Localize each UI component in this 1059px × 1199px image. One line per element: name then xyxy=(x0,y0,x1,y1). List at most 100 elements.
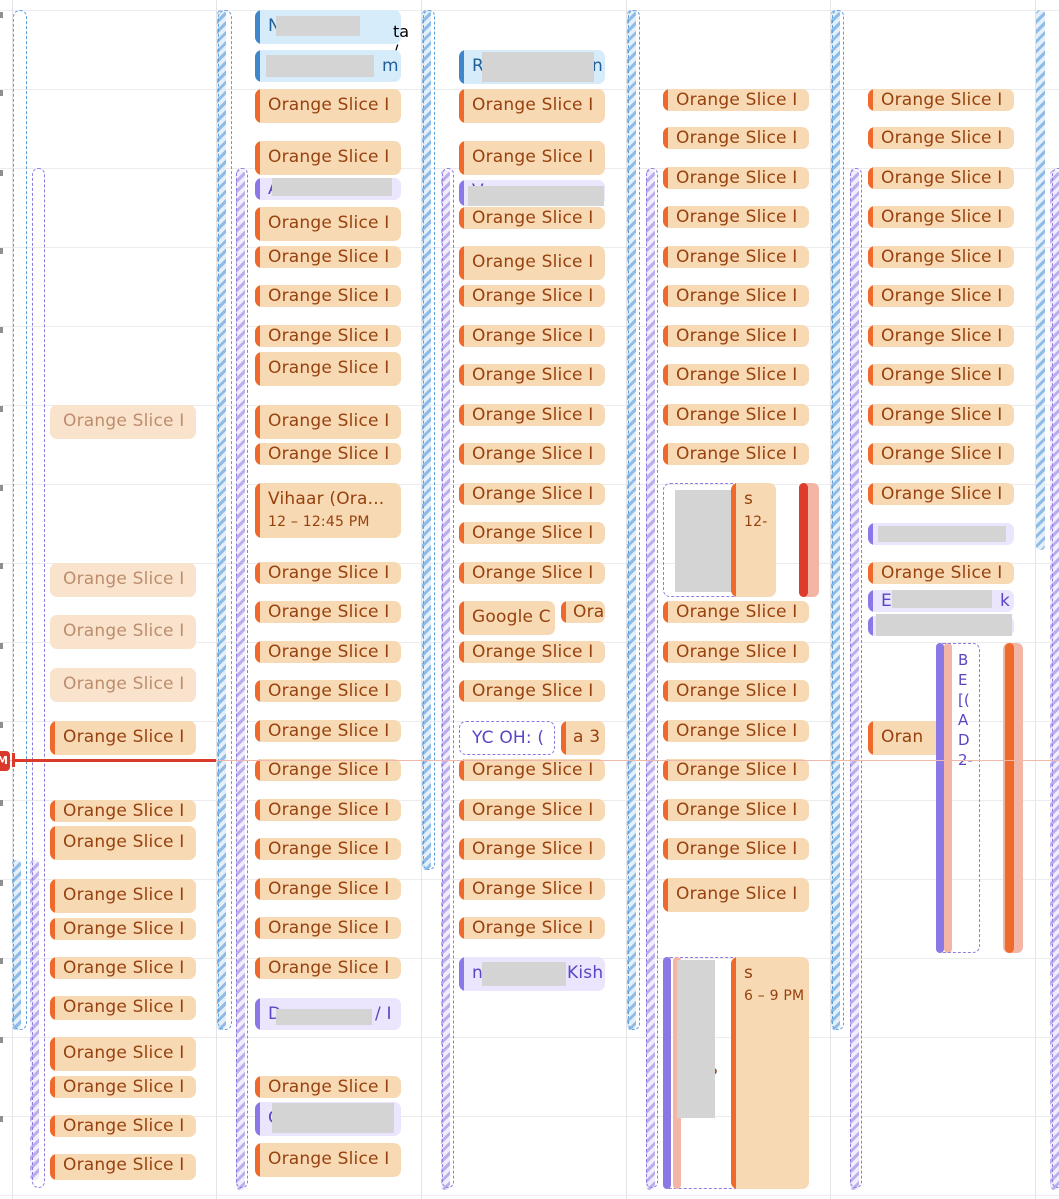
orange-slice-event[interactable]: Orange Slice I xyxy=(868,404,1014,426)
orange-slice-event[interactable]: Orange Slice I xyxy=(255,141,401,175)
orange-slice-event[interactable]: Orange Slice I xyxy=(50,563,196,597)
orange-slice-event[interactable]: Orange Slice I xyxy=(255,917,401,939)
orange-slice-event[interactable]: Orange Slice I xyxy=(459,246,605,280)
orange-slice-event[interactable]: Orange Slice I xyxy=(255,838,401,860)
orange-slice-event[interactable]: Orange Slice I xyxy=(868,364,1014,386)
event-yc-office-hours[interactable]: YC OH: ( xyxy=(459,721,555,755)
orange-slice-event[interactable]: Orange Slice I xyxy=(255,680,401,702)
orange-slice-event[interactable]: Orange Slice I xyxy=(255,562,401,584)
orange-slice-event[interactable]: Orange Slice I xyxy=(459,443,605,465)
orange-slice-event[interactable]: Orange Slice I xyxy=(868,562,1014,584)
orange-slice-event[interactable]: Orange Slice I xyxy=(459,878,605,900)
orange-slice-event[interactable]: Orange Slice I xyxy=(50,721,196,755)
orange-slice-event[interactable]: Orange Slice I xyxy=(50,668,196,702)
orange-slice-event[interactable]: Orange Slice I xyxy=(663,601,809,623)
orange-slice-event[interactable]: Orange Slice I xyxy=(50,1076,196,1098)
orange-slice-event[interactable]: Orange Slice I xyxy=(868,285,1014,307)
event-orange-short[interactable]: a 3 xyxy=(561,721,605,755)
orange-slice-event[interactable]: Orange Slice I xyxy=(50,1037,196,1071)
orange-slice-event[interactable]: Orange Slice I xyxy=(50,615,196,649)
event-orange-block[interactable]: s 12- xyxy=(731,483,776,597)
orange-slice-event[interactable]: Orange Slice I xyxy=(459,522,605,544)
event-evening[interactable]: s 6 – 9 PM xyxy=(731,957,809,1189)
orange-slice-event[interactable]: Orange Slice I xyxy=(459,207,605,229)
orange-slice-event[interactable]: Orange Slice I xyxy=(255,1143,401,1177)
orange-slice-event[interactable]: Orange Slice I xyxy=(255,89,401,123)
event-bar[interactable] xyxy=(1005,643,1014,953)
orange-slice-event[interactable]: Orange Slice I xyxy=(663,285,809,307)
orange-slice-event[interactable]: Orange Slice I xyxy=(663,246,809,268)
orange-slice-event[interactable]: Orange Slice I xyxy=(663,206,809,228)
hour-tick xyxy=(0,1116,3,1122)
orange-slice-event[interactable]: Orange Slice I xyxy=(663,680,809,702)
orange-slice-event[interactable]: Orange Slice I xyxy=(255,759,401,781)
orange-slice-event[interactable]: Orange Slice I xyxy=(255,405,401,439)
event-vihaar[interactable]: Vihaar (Ora... 12 – 12:45 PM xyxy=(255,483,401,538)
orange-slice-event[interactable]: Orange Slice I xyxy=(255,352,401,386)
orange-slice-event[interactable]: Orange Slice I xyxy=(459,641,605,663)
orange-slice-event[interactable]: Orange Slice I xyxy=(459,838,605,860)
orange-slice-event[interactable]: Orange Slice I xyxy=(255,878,401,900)
event-bar[interactable] xyxy=(799,483,808,597)
orange-slice-event[interactable]: Orange Slice I xyxy=(255,799,401,821)
orange-slice-event[interactable]: Orange Slice I xyxy=(255,285,401,307)
orange-slice-event[interactable]: Orange Slice I xyxy=(50,957,196,979)
orange-slice-event[interactable]: Orange Slice I xyxy=(50,1154,196,1180)
event-title: Orange Slice I xyxy=(63,801,185,821)
orange-slice-event[interactable]: Orange Slice I xyxy=(663,878,809,912)
orange-slice-event[interactable]: Orange Slice I xyxy=(50,879,196,913)
orange-slice-event[interactable]: Orange Slice I xyxy=(459,680,605,702)
orange-slice-event[interactable]: Orange Slice I xyxy=(663,759,809,781)
orange-slice-event[interactable]: Orange Slice I xyxy=(50,1115,196,1137)
orange-slice-event[interactable]: Orange Slice I xyxy=(459,799,605,821)
orange-slice-event[interactable]: Orange Slice I xyxy=(663,720,809,742)
orange-slice-event[interactable]: Orange Slice I xyxy=(50,800,196,822)
orange-slice-event[interactable]: Orange Slice I xyxy=(868,127,1014,149)
orange-slice-event[interactable]: Orange Slice I xyxy=(459,404,605,426)
orange-slice-event[interactable]: Orange Slice I xyxy=(459,285,605,307)
orange-slice-event[interactable]: Orange Slice I xyxy=(459,141,605,175)
orange-slice-event[interactable]: Orange Slice I xyxy=(255,207,401,241)
event-orange-short[interactable]: Ora xyxy=(561,601,605,623)
orange-slice-event[interactable]: Orange Slice I xyxy=(663,404,809,426)
orange-slice-event[interactable]: Orange Slice I xyxy=(663,325,809,347)
orange-slice-event[interactable]: Orange Slice I xyxy=(459,89,605,123)
hour-tick xyxy=(0,880,3,886)
orange-slice-event[interactable]: Orange Slice I xyxy=(663,167,809,189)
orange-slice-event[interactable]: Orange Slice I xyxy=(663,127,809,149)
orange-slice-event[interactable]: Orange Slice I xyxy=(868,443,1014,465)
orange-slice-event[interactable]: Orange Slice I xyxy=(868,89,1014,111)
orange-slice-event[interactable]: Orange Slice I xyxy=(868,246,1014,268)
orange-slice-event[interactable]: Orange Slice I xyxy=(868,325,1014,347)
orange-slice-event[interactable]: Orange Slice I xyxy=(50,826,196,860)
orange-slice-event[interactable]: Orange Slice I xyxy=(255,325,401,347)
orange-slice-event[interactable]: Orange Slice I xyxy=(459,364,605,386)
orange-slice-event[interactable]: Orange Slice I xyxy=(459,325,605,347)
orange-slice-event[interactable]: Orange Slice I xyxy=(663,89,809,111)
orange-slice-event[interactable]: Orange Slice I xyxy=(459,562,605,584)
orange-slice-event[interactable]: Orange Slice I xyxy=(255,641,401,663)
orange-slice-event[interactable]: Orange Slice I xyxy=(459,917,605,939)
orange-slice-event[interactable]: Orange Slice I xyxy=(868,483,1014,505)
event-google[interactable]: Google C xyxy=(459,601,555,635)
orange-slice-event[interactable]: Orange Slice I xyxy=(255,601,401,623)
orange-slice-event[interactable]: Orange Slice I xyxy=(255,720,401,742)
orange-slice-event[interactable]: Orange Slice I xyxy=(663,838,809,860)
event-bar[interactable] xyxy=(663,957,671,1189)
orange-slice-event[interactable]: Orange Slice I xyxy=(255,957,401,979)
orange-slice-event[interactable]: Orange Slice I xyxy=(663,443,809,465)
orange-slice-event[interactable]: Orange Slice I xyxy=(663,799,809,821)
orange-slice-event[interactable]: Orange Slice I xyxy=(255,246,401,268)
orange-slice-event[interactable]: Orange Slice I xyxy=(50,918,196,940)
orange-slice-event[interactable]: Orange Slice I xyxy=(663,364,809,386)
orange-slice-event[interactable]: Orange Slice I xyxy=(255,1076,401,1098)
orange-slice-event[interactable]: Orange Slice I xyxy=(868,206,1014,228)
orange-slice-event[interactable]: Orange Slice I xyxy=(50,405,196,439)
event-time: 12 – 12:45 PM xyxy=(268,514,370,530)
orange-slice-event[interactable]: Orange Slice I xyxy=(255,443,401,465)
orange-slice-event[interactable]: Orange Slice I xyxy=(50,996,196,1020)
orange-slice-event[interactable]: Orange Slice I xyxy=(459,483,605,505)
orange-slice-event[interactable]: Orange Slice I xyxy=(868,167,1014,189)
orange-slice-event[interactable]: Orange Slice I xyxy=(459,759,605,781)
orange-slice-event[interactable]: Orange Slice I xyxy=(663,641,809,663)
